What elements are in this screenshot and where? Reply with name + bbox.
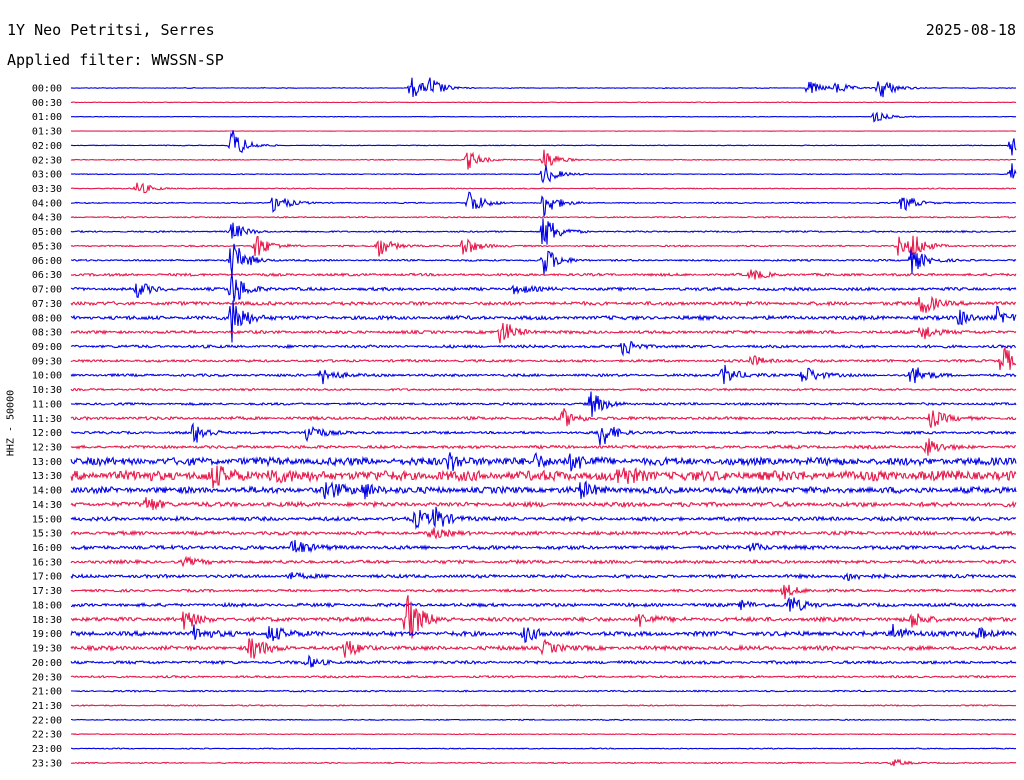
y-tick-label: 22:30 (32, 730, 62, 741)
trace-line (70, 497, 1017, 511)
y-tick-label: 19:30 (32, 644, 62, 655)
y-tick-label: 02:00 (32, 141, 62, 152)
trace-line (70, 364, 1017, 385)
trace-line (70, 77, 1017, 98)
trace-line (70, 295, 1017, 313)
y-tick-label: 08:00 (32, 313, 62, 324)
trace-line (70, 322, 1017, 344)
y-tick-label: 03:30 (32, 184, 62, 195)
trace-line (70, 408, 1017, 428)
y-tick-label: 23:00 (32, 744, 62, 755)
trace-line (70, 300, 1017, 343)
y-tick-label: 05:30 (32, 241, 62, 252)
trace-line (71, 718, 1016, 722)
trace-line (70, 272, 1017, 302)
y-tick-label: 12:30 (32, 443, 62, 454)
y-tick-label: 06:00 (32, 256, 62, 267)
trace-line (70, 340, 1017, 357)
trace-line (70, 506, 1017, 530)
trace-line (70, 674, 1017, 679)
y-tick-label: 21:00 (32, 687, 62, 698)
trace-line (70, 758, 1017, 767)
trace-line (70, 243, 1017, 275)
trace-line (70, 555, 1017, 568)
trace-line (70, 465, 1017, 489)
y-tick-label: 10:00 (32, 371, 62, 382)
y-tick-label: 00:30 (32, 98, 62, 109)
trace-line (70, 623, 1017, 643)
y-tick-label: 09:30 (32, 356, 62, 367)
y-tick-label: 21:30 (32, 701, 62, 712)
y-tick-label: 17:00 (32, 572, 62, 583)
y-tick-label: 14:30 (32, 500, 62, 511)
trace-line (70, 654, 1017, 668)
y-tick-label: 20:00 (32, 658, 62, 669)
y-tick-label: 08:30 (32, 328, 62, 339)
trace-line (70, 387, 1017, 392)
trace-line (70, 149, 1017, 170)
trace-line (70, 218, 1017, 245)
trace-line (70, 451, 1017, 472)
trace-line (71, 191, 1017, 218)
y-tick-label: 15:00 (32, 514, 62, 525)
y-tick-label: 10:30 (32, 385, 62, 396)
trace-line (71, 747, 1017, 750)
trace-line (70, 584, 1017, 600)
y-tick-label: 11:00 (32, 399, 62, 410)
y-tick-label: 03:00 (32, 170, 62, 181)
helicorder-plot: 1Y Neo Petritsi, Serres 2025-08-18 Appli… (0, 0, 1024, 780)
y-tick-label: 09:00 (32, 342, 62, 353)
y-tick-label: 04:30 (32, 213, 62, 224)
trace-line (70, 101, 1017, 104)
trace-line (70, 391, 1017, 417)
y-tick-label: 16:00 (32, 543, 62, 554)
trace-line (70, 638, 1017, 659)
y-tick-label: 17:30 (32, 586, 62, 597)
y-tick-label: 06:30 (32, 270, 62, 281)
y-tick-label: 23:30 (32, 758, 62, 769)
y-tick-label: 22:00 (32, 715, 62, 726)
trace-line (70, 182, 1017, 194)
y-tick-label: 05:00 (32, 227, 62, 238)
trace-line (70, 215, 1017, 219)
y-tick-label: 11:30 (32, 414, 62, 425)
y-tick-label: 15:30 (32, 529, 62, 540)
trace-line (70, 539, 1017, 554)
y-tick-label: 01:30 (32, 127, 62, 138)
y-tick-label: 00:00 (32, 84, 62, 95)
trace-line (71, 111, 1017, 123)
trace-line (70, 438, 1017, 456)
trace-line (70, 163, 1017, 184)
trace-line (71, 733, 1017, 736)
trace-line (70, 345, 1017, 371)
y-tick-label: 13:00 (32, 457, 62, 468)
y-tick-label: 18:30 (32, 615, 62, 626)
y-tick-label: 12:00 (32, 428, 62, 439)
y-tick-label: 04:00 (32, 198, 62, 209)
y-tick-label: 18:00 (32, 600, 62, 611)
trace-line (70, 596, 1017, 612)
trace-line (70, 527, 1017, 540)
y-tick-label: 20:30 (32, 672, 62, 683)
trace-line (70, 571, 1017, 581)
trace-line (70, 704, 1017, 707)
y-tick-label: 02:30 (32, 155, 62, 166)
y-tick-label: 16:30 (32, 557, 62, 568)
trace-line (70, 689, 1017, 693)
trace-line (70, 422, 1017, 446)
y-tick-label: 14:00 (32, 486, 62, 497)
helicorder-traces: 00:00 00:30 01:00 01:30 02:00 02:30 03:00 03:30… (32, 77, 1017, 769)
y-tick-label: 13:30 (32, 471, 62, 482)
trace-line (70, 595, 1017, 639)
y-tick-label: 07:00 (32, 285, 62, 296)
y-tick-label: 01:00 (32, 112, 62, 123)
y-tick-label: 19:00 (32, 629, 62, 640)
y-tick-label: 07:30 (32, 299, 62, 310)
